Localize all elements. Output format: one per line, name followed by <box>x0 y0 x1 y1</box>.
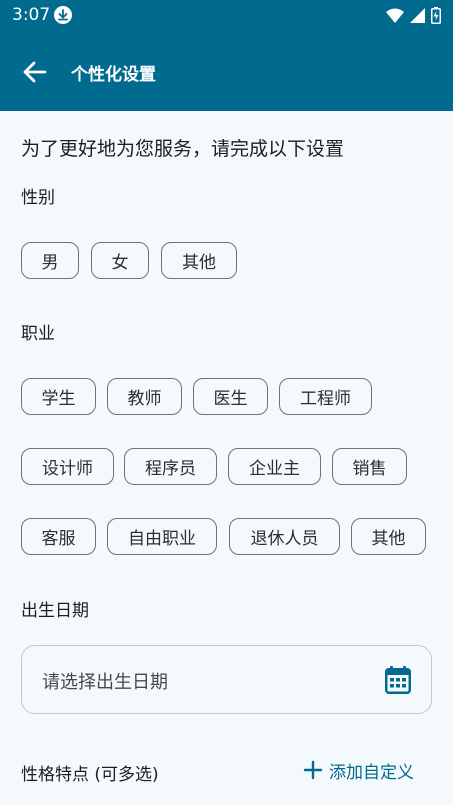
birth-date-label: 出生日期 <box>21 601 89 621</box>
occupation-chip-customer-service[interactable]: 客服 <box>21 518 96 555</box>
page-title: 个性化设置 <box>71 65 156 85</box>
calendar-icon[interactable] <box>385 666 411 694</box>
birth-date-placeholder: 请选择出生日期 <box>42 672 168 693</box>
add-custom-button[interactable]: 添加自定义 <box>303 756 414 784</box>
plus-icon <box>303 760 323 780</box>
occupation-chip-engineer[interactable]: 工程师 <box>279 378 372 415</box>
occupation-chip-freelancer[interactable]: 自由职业 <box>107 518 217 555</box>
wifi-icon <box>386 8 404 23</box>
signal-icon <box>410 8 425 23</box>
status-time: 3:07 <box>12 5 51 25</box>
gender-chip-male[interactable]: 男 <box>21 242 79 279</box>
occupation-chip-programmer[interactable]: 程序员 <box>124 448 217 485</box>
add-custom-label: 添加自定义 <box>329 762 414 783</box>
download-icon <box>54 6 72 24</box>
occupation-chip-retired[interactable]: 退休人员 <box>229 518 340 555</box>
occupation-chip-other[interactable]: 其他 <box>351 518 426 555</box>
status-icons <box>386 7 441 24</box>
gender-label: 性别 <box>21 188 55 208</box>
gender-chip-other[interactable]: 其他 <box>161 242 237 279</box>
app-bar: 个性化设置 <box>0 30 453 111</box>
intro-text: 为了更好地为您服务，请完成以下设置 <box>21 138 345 160</box>
personality-label: 性格特点 (可多选) <box>21 765 159 785</box>
birth-date-field[interactable]: 请选择出生日期 <box>21 645 432 714</box>
back-arrow-icon[interactable] <box>20 57 50 87</box>
occupation-label: 职业 <box>21 324 55 344</box>
occupation-chip-sales[interactable]: 销售 <box>332 448 407 485</box>
occupation-chip-business-owner[interactable]: 企业主 <box>228 448 321 485</box>
occupation-chip-student[interactable]: 学生 <box>21 378 96 415</box>
occupation-chip-doctor[interactable]: 医生 <box>193 378 268 415</box>
occupation-chip-designer[interactable]: 设计师 <box>21 448 114 485</box>
battery-icon <box>431 7 441 24</box>
status-bar: 3:07 <box>0 0 453 30</box>
occupation-chip-teacher[interactable]: 教师 <box>107 378 182 415</box>
gender-chip-female[interactable]: 女 <box>91 242 149 279</box>
